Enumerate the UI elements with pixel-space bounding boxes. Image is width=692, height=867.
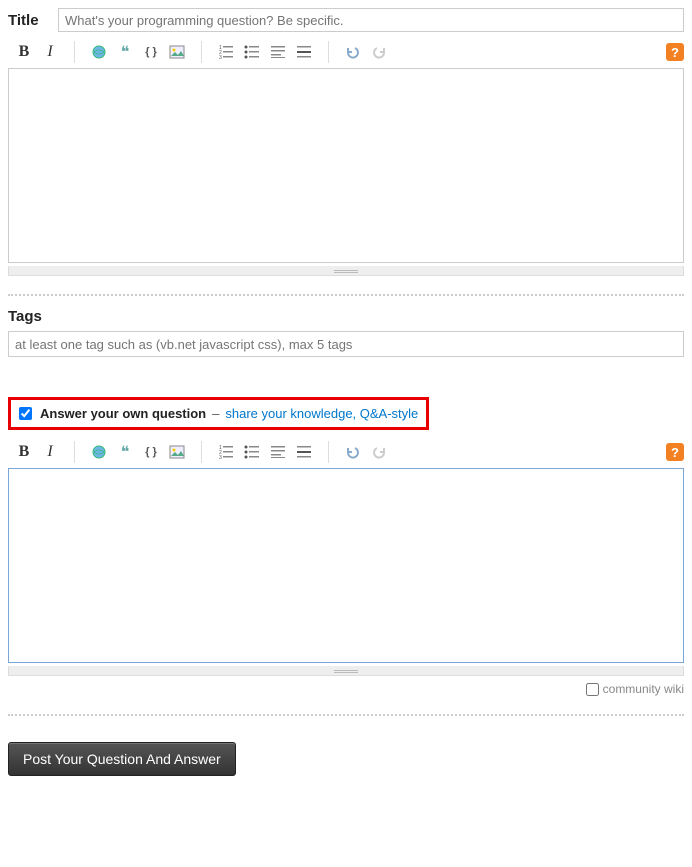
code-icon[interactable]: { } bbox=[141, 42, 161, 62]
title-input[interactable] bbox=[58, 8, 684, 32]
toolbar-separator bbox=[328, 41, 329, 63]
answer-editor-toolbar: B I ❝ { } 123 ? bbox=[8, 438, 684, 468]
editor-help-button[interactable]: ? bbox=[666, 443, 684, 461]
tags-input[interactable] bbox=[8, 331, 684, 357]
question-resize-grip[interactable] bbox=[8, 266, 684, 276]
self-answer-label: Answer your own question bbox=[40, 406, 206, 421]
toolbar-separator bbox=[74, 441, 75, 463]
undo-icon[interactable] bbox=[343, 42, 363, 62]
title-label: Title bbox=[8, 12, 58, 29]
heading-icon[interactable] bbox=[268, 42, 288, 62]
self-answer-checkbox[interactable] bbox=[19, 407, 32, 420]
tags-label: Tags bbox=[8, 308, 684, 325]
answer-resize-grip[interactable] bbox=[8, 666, 684, 676]
section-separator bbox=[8, 294, 684, 296]
toolbar-separator bbox=[201, 441, 202, 463]
answer-body-textarea[interactable] bbox=[8, 468, 684, 663]
title-row: Title bbox=[8, 8, 684, 32]
community-wiki-row: community wiki bbox=[8, 682, 684, 696]
question-editor-toolbar: B I ❝ { } 123 ? bbox=[8, 38, 684, 68]
undo-icon[interactable] bbox=[343, 442, 363, 462]
italic-icon[interactable]: I bbox=[40, 442, 60, 462]
olist-icon[interactable]: 123 bbox=[216, 42, 236, 62]
self-answer-checkbox-row: Answer your own question – share your kn… bbox=[8, 397, 429, 430]
svg-text:3: 3 bbox=[219, 55, 222, 60]
hr-icon[interactable] bbox=[294, 442, 314, 462]
quote-icon[interactable]: ❝ bbox=[115, 42, 135, 62]
ulist-icon[interactable] bbox=[242, 442, 262, 462]
editor-help-button[interactable]: ? bbox=[666, 43, 684, 61]
italic-icon[interactable]: I bbox=[40, 42, 60, 62]
code-icon[interactable]: { } bbox=[141, 442, 161, 462]
toolbar-separator bbox=[328, 441, 329, 463]
heading-icon[interactable] bbox=[268, 442, 288, 462]
bold-icon[interactable]: B bbox=[14, 442, 34, 462]
community-wiki-checkbox[interactable] bbox=[586, 683, 599, 696]
section-separator bbox=[8, 714, 684, 716]
image-icon[interactable] bbox=[167, 442, 187, 462]
olist-icon[interactable]: 123 bbox=[216, 442, 236, 462]
submit-button[interactable]: Post Your Question And Answer bbox=[8, 742, 236, 776]
toolbar-separator bbox=[201, 41, 202, 63]
link-icon[interactable] bbox=[89, 442, 109, 462]
ulist-icon[interactable] bbox=[242, 42, 262, 62]
redo-icon[interactable] bbox=[369, 442, 389, 462]
quote-icon[interactable]: ❝ bbox=[115, 442, 135, 462]
community-wiki-label: community wiki bbox=[603, 682, 684, 696]
link-icon[interactable] bbox=[89, 42, 109, 62]
self-answer-dash: – bbox=[212, 406, 219, 421]
toolbar-separator bbox=[74, 41, 75, 63]
bold-icon[interactable]: B bbox=[14, 42, 34, 62]
self-answer-help-link[interactable]: share your knowledge, Q&A-style bbox=[225, 406, 418, 421]
svg-text:3: 3 bbox=[219, 455, 222, 460]
image-icon[interactable] bbox=[167, 42, 187, 62]
question-body-textarea[interactable] bbox=[8, 68, 684, 263]
hr-icon[interactable] bbox=[294, 42, 314, 62]
redo-icon[interactable] bbox=[369, 42, 389, 62]
